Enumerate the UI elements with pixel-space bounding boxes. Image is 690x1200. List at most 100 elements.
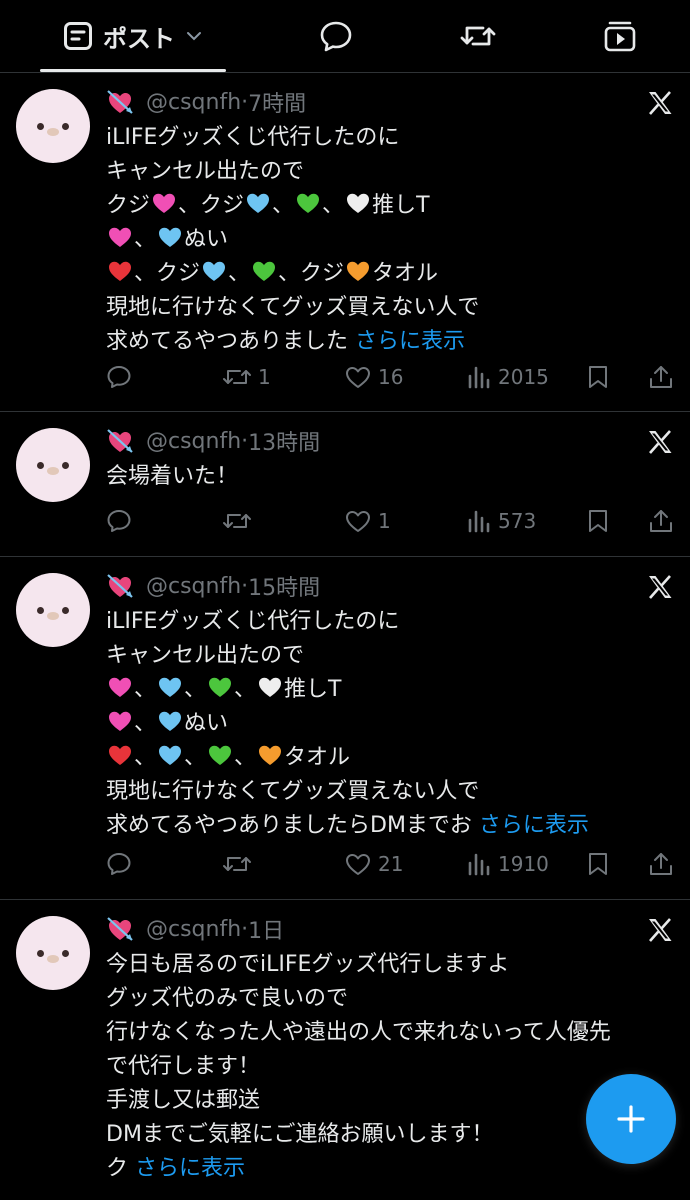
avatar[interactable] [16, 916, 90, 990]
tab-replies[interactable] [310, 0, 362, 72]
view-count: 2015 [498, 365, 549, 389]
post-time[interactable]: 15時間 [248, 570, 320, 602]
share-icon [650, 510, 672, 532]
post[interactable]: @csqnfh · 15時間 iLIFEグッズくじ代行したのに キャンセル出たので… [0, 557, 690, 900]
repost-count: 1 [258, 365, 271, 389]
post-text-run: 今日も居るのでiLIFEグッズ代行しますよ [106, 952, 510, 977]
views-button[interactable]: 1910 [466, 847, 549, 881]
post-text-line: キャンセル出たので [106, 639, 676, 673]
repost-icon [223, 370, 251, 384]
heart-with-arrow-icon [107, 574, 133, 598]
avatar-eye-right [62, 123, 69, 130]
x-logo-icon [649, 91, 672, 115]
post-text-run: iLIFEグッズくじ代行したのに [106, 125, 400, 150]
avatar-eye-right [62, 950, 69, 957]
avatar-eye-left [37, 607, 44, 614]
post-text-line: で代行します！ [106, 1050, 676, 1084]
chevron-down-icon[interactable] [185, 27, 203, 45]
post-text-run: グッズ代のみで良いので [106, 986, 349, 1011]
green-heart-icon [209, 677, 232, 697]
post-text-line: 会場着いた！ [106, 460, 676, 494]
white-heart-icon [259, 677, 282, 697]
post-text-run: 推しT [284, 677, 342, 702]
heart-with-arrow-icon [107, 917, 133, 941]
post-text-line: 今日も居るのでiLIFEグッズ代行しますよ [106, 948, 676, 982]
like-count: 21 [378, 852, 404, 876]
avatar[interactable] [16, 428, 90, 502]
x-logo-icon [649, 430, 672, 454]
post-text-run: 、クジ [134, 261, 201, 286]
post-handle[interactable]: @csqnfh [146, 574, 241, 599]
bookmark-button[interactable] [586, 847, 610, 881]
post-text-run: で代行します！ [106, 1054, 261, 1079]
reply-icon [107, 510, 131, 532]
repost-button[interactable] [222, 847, 258, 881]
post-time[interactable]: 1日 [248, 913, 284, 945]
show-more-link[interactable]: さらに表示 [135, 1156, 245, 1181]
avatar-nose [47, 612, 59, 620]
post-time[interactable]: 7時間 [248, 86, 306, 118]
show-more-link[interactable]: さらに表示 [479, 813, 589, 838]
heart-with-arrow-icon [107, 90, 133, 114]
post-text-line: 現地に行けなくてグッズ買えない人で [106, 291, 676, 325]
blue-heart-icon [247, 193, 270, 213]
post-text-line: キャンセル出たので [106, 155, 676, 189]
orange-heart-icon [347, 261, 370, 281]
post-text: 今日も居るのでiLIFEグッズ代行しますよ グッズ代のみで良いので 行けなくなった人… [106, 948, 676, 1186]
show-more-link[interactable]: さらに表示 [355, 329, 465, 354]
avatar[interactable] [16, 89, 90, 163]
avatar-eye-right [62, 607, 69, 614]
avatar[interactable] [16, 573, 90, 647]
like-button[interactable]: 21 [344, 847, 403, 881]
post-text-run: タオル [284, 745, 351, 770]
compose-button[interactable] [586, 1074, 676, 1164]
repost-button[interactable]: 1 [222, 360, 271, 394]
tab-posts-label: ポスト [103, 24, 175, 53]
share-button[interactable] [648, 360, 674, 394]
post-text-run: ぬい [184, 711, 229, 736]
blue-heart-icon [159, 227, 182, 247]
share-button[interactable] [648, 504, 674, 538]
post-actions: 1 16 2015 [106, 360, 676, 394]
share-button[interactable] [648, 847, 674, 881]
heart-outline-icon [346, 367, 370, 388]
bookmark-button[interactable] [586, 504, 610, 538]
post-text-run: ク [106, 1156, 135, 1181]
post-text-run: タオル [372, 261, 439, 286]
avatar-eye-left [37, 950, 44, 957]
like-button[interactable]: 16 [344, 360, 403, 394]
post-dot: · [241, 573, 249, 599]
post[interactable]: @csqnfh · 1日 今日も居るのでiLIFEグッズ代行しますよ グッズ代のみ… [0, 900, 690, 1200]
like-button[interactable]: 1 [344, 504, 391, 538]
repost-button[interactable] [222, 504, 258, 538]
tab-media[interactable] [594, 0, 646, 72]
views-button[interactable]: 573 [466, 504, 536, 538]
post[interactable]: @csqnfh · 13時間 会場着いた！ 1 573 [0, 412, 690, 557]
post-time[interactable]: 13時間 [248, 425, 320, 457]
post-text-run: 、 [134, 745, 157, 770]
bookmark-icon [589, 510, 607, 532]
share-icon [650, 366, 672, 388]
post-text-run: 、クジ [178, 193, 245, 218]
tab-posts[interactable]: ポスト [40, 0, 226, 72]
post-text-run: クジ [106, 193, 151, 218]
reply-button[interactable] [106, 847, 138, 881]
reply-button[interactable] [106, 504, 138, 538]
views-button[interactable]: 2015 [466, 360, 549, 394]
reply-button[interactable] [106, 360, 138, 394]
post-handle[interactable]: @csqnfh [146, 917, 241, 942]
post-text-run: 現地に行けなくてグッズ買えない人で [106, 779, 480, 804]
post-text-run: 現地に行けなくてグッズ買えない人で [106, 295, 480, 320]
post[interactable]: @csqnfh · 7時間 iLIFEグッズくじ代行したのに キャンセル出たのでク… [0, 73, 690, 412]
list-icon [64, 22, 92, 50]
blue-heart-icon [159, 745, 182, 765]
bookmark-button[interactable] [586, 360, 610, 394]
profile-tab-bar: ポスト [0, 0, 690, 73]
tab-reposts[interactable] [452, 0, 504, 72]
view-count: 1910 [498, 852, 549, 876]
post-handle[interactable]: @csqnfh [146, 429, 241, 454]
green-heart-icon [209, 745, 232, 765]
post-text-run: 、クジ [278, 261, 345, 286]
post-handle[interactable]: @csqnfh [146, 90, 241, 115]
share-icon [650, 853, 672, 875]
